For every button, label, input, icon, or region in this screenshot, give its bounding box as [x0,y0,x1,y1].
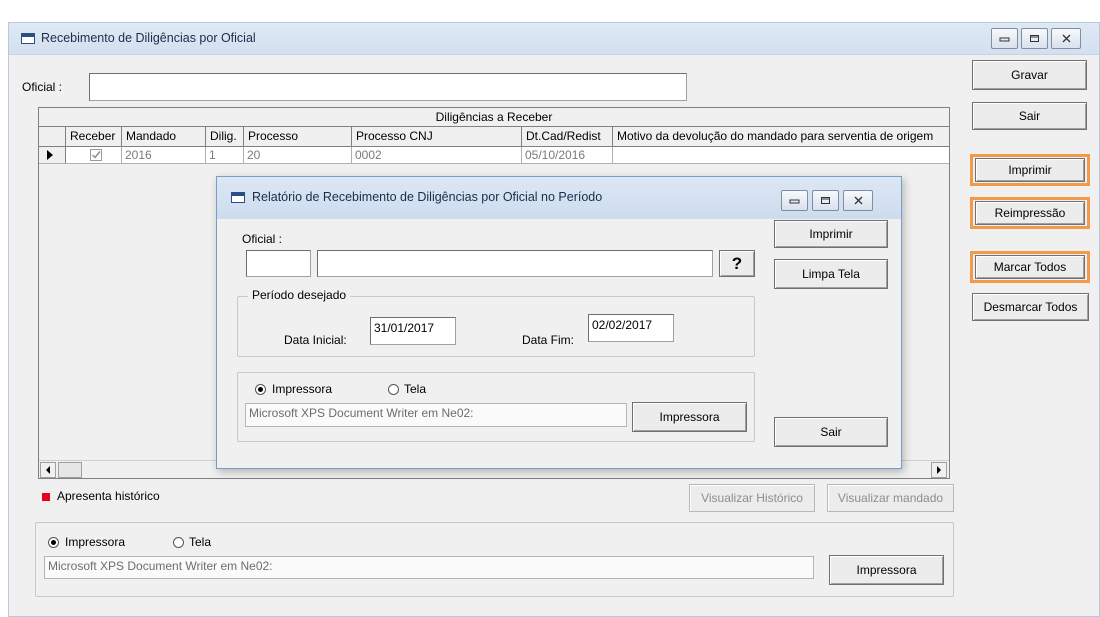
data-fim-input[interactable]: 02/02/2017 [588,314,674,342]
dialog-limpa-tela-button[interactable]: Limpa Tela [774,259,888,289]
dialog-select-printer-button[interactable]: Impressora [632,402,747,432]
output-radio-impressora[interactable] [48,537,59,548]
dialog-radio-impressora[interactable] [255,384,266,395]
maximize-button[interactable] [1021,28,1048,49]
scroll-right-button[interactable] [931,462,947,478]
sair-button[interactable]: Sair [972,102,1087,130]
data-fim-label: Data Fim: [522,333,575,347]
maximize-icon [821,197,830,204]
arrow-left-icon [46,466,50,474]
main-titlebar: Recebimento de Diligências por Oficial [9,23,1099,55]
grid-header-processo-cnj[interactable]: Processo CNJ [352,127,522,147]
printer-name-field: Microsoft XPS Document Writer em Ne02: [44,556,814,579]
table-row-dilig[interactable]: 1 [206,147,244,164]
periodo-groupbox: Período desejado Data Inicial: 31/01/201… [237,288,755,357]
visualizar-mandado-button[interactable]: Visualizar mandado [827,484,954,512]
marcar-todos-highlight: Marcar Todos [970,251,1090,283]
minimize-button[interactable] [991,28,1018,49]
checkbox-checked-icon [90,149,102,161]
marcar-todos-button[interactable]: Marcar Todos [975,255,1085,279]
table-row-processo[interactable]: 20 [244,147,352,164]
close-button[interactable] [1051,28,1081,49]
visualizar-historico-button[interactable]: Visualizar Histórico [689,484,815,512]
dialog-oficial-code-input[interactable] [246,250,311,277]
dialog-radio-impressora-label[interactable]: Impressora [272,382,332,396]
table-row-dtcad[interactable]: 05/10/2016 [522,147,613,164]
arrow-right-icon [937,466,941,474]
dialog-output-groupbox: Impressora Tela Microsoft XPS Document W… [237,372,755,442]
grid-indicator-header [39,127,66,147]
reimpressao-button[interactable]: Reimpressão [975,201,1085,225]
dialog-oficial-name-input[interactable] [317,250,713,277]
oficial-lookup-button[interactable]: ? [719,250,755,277]
window-icon [21,33,35,44]
dialog-radio-tela-label[interactable]: Tela [404,382,426,396]
minimize-icon [999,37,1010,42]
dialog-radio-tela[interactable] [388,384,399,395]
gravar-button[interactable]: Gravar [972,60,1087,90]
grid-header-motivo[interactable]: Motivo da devolução do mandado para serv… [613,127,949,147]
grid-header-processo[interactable]: Processo [244,127,352,147]
output-radio-tela-label[interactable]: Tela [189,535,211,549]
imprimir-highlight: Imprimir [970,154,1090,186]
imprimir-button[interactable]: Imprimir [975,158,1085,182]
dialog-titlebar: Relatório de Recebimento de Diligências … [217,177,901,219]
dialog-maximize-button[interactable] [812,190,839,211]
grid-caption: Diligências a Receber [39,108,949,127]
dialog-minimize-button[interactable] [781,190,808,211]
periodo-legend: Período desejado [248,288,351,302]
desmarcar-todos-button[interactable]: Desmarcar Todos [972,293,1089,321]
table-row-processo-cnj[interactable]: 0002 [352,147,522,164]
output-radio-impressora-label[interactable]: Impressora [65,535,125,549]
historico-legend-label: Apresenta histórico [57,489,160,503]
dialog-oficial-label: Oficial : [242,232,283,246]
dialog-printer-name-field: Microsoft XPS Document Writer em Ne02: [245,403,627,427]
data-inicial-input[interactable]: 31/01/2017 [370,317,456,345]
close-icon [1062,34,1070,43]
table-row-receber[interactable] [66,147,122,164]
close-icon [854,196,862,205]
dialog-title: Relatório de Recebimento de Diligências … [252,190,603,204]
select-printer-button[interactable]: Impressora [829,555,944,585]
dialog-window-icon [231,192,245,203]
grid-header-mandado[interactable]: Mandado [122,127,206,147]
row-indicator[interactable] [39,147,66,164]
data-inicial-label: Data Inicial: [284,333,347,347]
dialog-sair-button[interactable]: Sair [774,417,888,447]
table-row-mandado[interactable]: 2016 [122,147,206,164]
oficial-input[interactable] [89,73,687,101]
window-title: Recebimento de Diligências por Oficial [41,31,256,45]
minimize-icon [789,199,800,204]
oficial-label: Oficial : [22,80,63,94]
maximize-icon [1030,35,1039,42]
relatorio-dialog: Relatório de Recebimento de Diligências … [216,176,902,469]
scroll-left-button[interactable] [40,462,56,478]
reimpressao-highlight: Reimpressão [970,197,1090,229]
dialog-close-button[interactable] [843,190,873,211]
grid-header-dtcad[interactable]: Dt.Cad/Redist [522,127,613,147]
current-row-arrow-icon [47,150,53,160]
grid-header-dilig[interactable]: Dilig. [206,127,244,147]
output-groupbox: Impressora Tela Microsoft XPS Document W… [35,522,954,597]
output-radio-tela[interactable] [173,537,184,548]
grid-header-receber[interactable]: Receber [66,127,122,147]
table-row-motivo[interactable] [613,147,949,164]
scroll-thumb[interactable] [58,462,82,478]
dialog-body: Oficial : ? Período desejado Data Inicia… [225,219,893,460]
dialog-imprimir-button[interactable]: Imprimir [774,220,888,248]
historico-legend-swatch [42,493,50,501]
